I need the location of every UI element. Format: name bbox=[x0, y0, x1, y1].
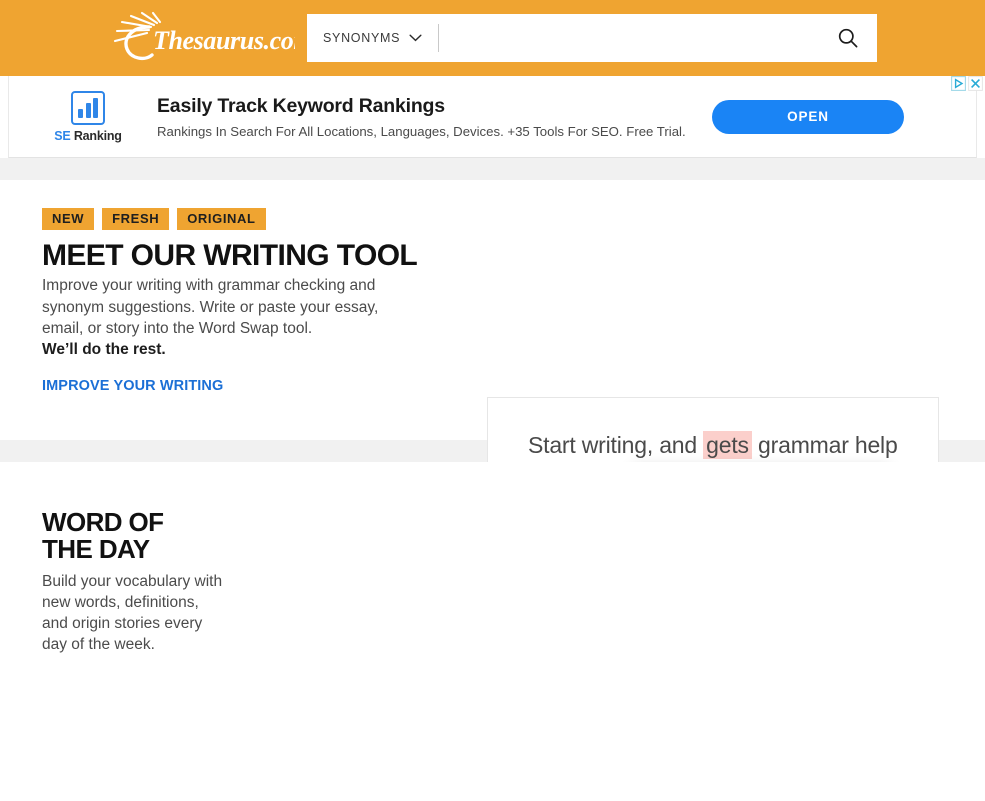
wotd-body-line-3: and origin stories every bbox=[42, 614, 203, 632]
page-root: Thesaurus.com SYNONYMS bbox=[0, 0, 985, 801]
word-of-the-day-description: Build your vocabulary with new words, de… bbox=[42, 572, 257, 656]
close-icon[interactable] bbox=[968, 76, 983, 91]
wotd-body-line-2: new words, definitions, bbox=[42, 593, 199, 611]
se-ranking-brand: SE Ranking bbox=[33, 90, 143, 143]
section-separator-1 bbox=[0, 158, 985, 180]
search-bar: SYNONYMS bbox=[307, 14, 877, 62]
writing-tool-section: NEW FRESH ORIGINAL MEET OUR WRITING TOOL… bbox=[0, 180, 985, 623]
wotd-body-line-4: day of the week. bbox=[42, 635, 155, 653]
search-type-dropdown[interactable]: SYNONYMS bbox=[308, 31, 438, 45]
word-of-the-day-copy: WORD OF THE DAY Build your vocabulary wi… bbox=[42, 509, 257, 656]
writing-tool-badges: NEW FRESH ORIGINAL bbox=[42, 208, 472, 230]
writing-tool-body-line-1: Improve your writing with grammar checki… bbox=[42, 277, 376, 295]
badge-new: NEW bbox=[42, 208, 95, 230]
writing-tool-body-bold: We’ll do the rest. bbox=[42, 341, 166, 359]
chevron-down-icon bbox=[409, 34, 422, 42]
search-type-label: SYNONYMS bbox=[323, 31, 401, 45]
sunburst-logo-icon: Thesaurus.com bbox=[113, 11, 295, 61]
badge-original: ORIGINAL bbox=[177, 208, 266, 230]
writing-tool-description: Improve your writing with grammar checki… bbox=[42, 275, 472, 361]
wotd-body-line-1: Build your vocabulary with bbox=[42, 573, 223, 591]
improve-writing-link[interactable]: IMPROVE YOUR WRITING bbox=[42, 378, 223, 394]
top-ad-headline: Easily Track Keyword Rankings bbox=[157, 94, 445, 117]
word-of-the-day-title: WORD OF THE DAY bbox=[42, 509, 257, 562]
top-ad-banner[interactable]: SE Ranking Easily Track Keyword Rankings… bbox=[8, 76, 977, 158]
bar-chart-icon bbox=[71, 90, 105, 125]
top-ad-open-button[interactable]: OPEN bbox=[712, 99, 904, 134]
badge-fresh: FRESH bbox=[102, 208, 170, 230]
thesaurus-logo[interactable]: Thesaurus.com bbox=[105, 11, 295, 64]
top-ad-container: SE Ranking Easily Track Keyword Rankings… bbox=[0, 76, 985, 158]
site-header: Thesaurus.com SYNONYMS bbox=[0, 0, 985, 76]
writing-tool-body-line-3: email, or story into the Word Swap tool. bbox=[42, 319, 313, 337]
demo-text-before: Start writing, and bbox=[528, 432, 704, 458]
word-of-the-day-section: WORD OF THE DAY Build your vocabulary wi… bbox=[0, 462, 985, 759]
se-ranking-name: SE Ranking bbox=[54, 128, 122, 143]
top-ad-adchoices bbox=[951, 76, 983, 91]
writing-tool-title: MEET OUR WRITING TOOL bbox=[42, 238, 418, 272]
writing-tool-copy: NEW FRESH ORIGINAL MEET OUR WRITING TOOL… bbox=[42, 208, 472, 395]
search-icon bbox=[838, 28, 858, 48]
svg-text:Thesaurus.com: Thesaurus.com bbox=[153, 26, 295, 55]
writing-tool-body-line-2: synonym suggestions. Write or paste your… bbox=[42, 298, 379, 316]
adchoices-icon[interactable] bbox=[951, 76, 966, 91]
demo-highlighted-word[interactable]: gets bbox=[703, 431, 752, 459]
search-input[interactable] bbox=[439, 15, 820, 61]
wotd-title-line-1: WORD OF bbox=[42, 507, 164, 537]
search-submit-button[interactable] bbox=[820, 15, 876, 61]
wotd-title-line-2: THE DAY bbox=[42, 533, 150, 564]
top-ad-copy: Easily Track Keyword Rankings Rankings I… bbox=[157, 95, 712, 139]
top-ad-subtext: Rankings In Search For All Locations, La… bbox=[157, 123, 686, 139]
